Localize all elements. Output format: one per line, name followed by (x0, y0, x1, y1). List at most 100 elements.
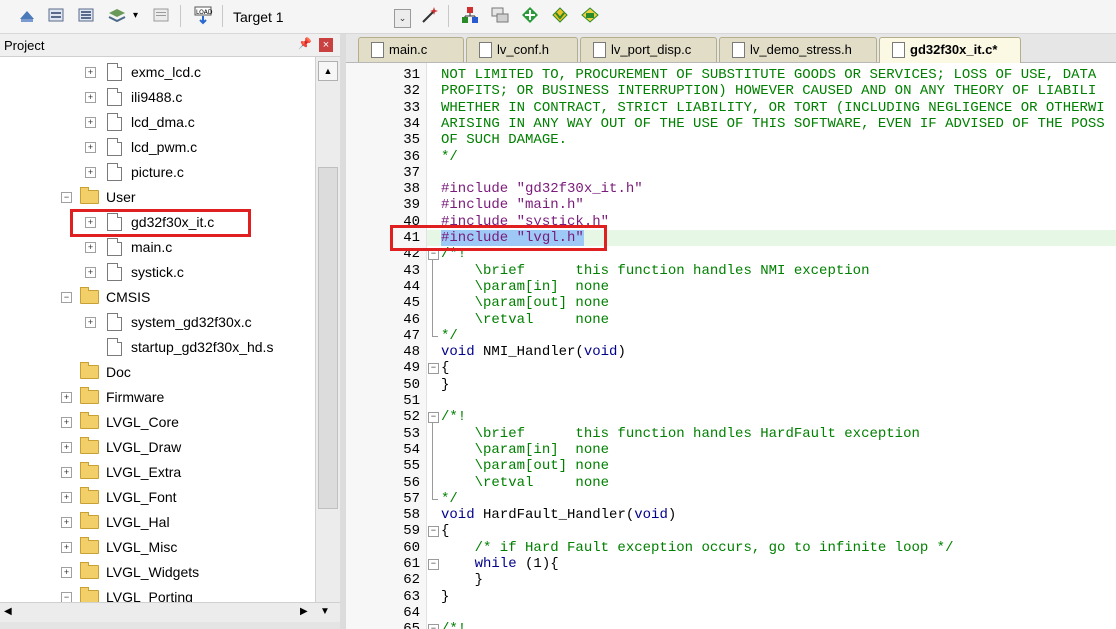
tree-item[interactable]: + exmc_lcd.c (0, 60, 315, 85)
run-env-icon[interactable] (550, 5, 570, 25)
expand-icon[interactable]: + (85, 242, 96, 253)
tree-item[interactable]: − User (0, 185, 315, 210)
tree-item[interactable]: Doc (0, 360, 315, 385)
code-line[interactable]: 50} (346, 377, 1116, 393)
expand-icon[interactable]: + (61, 467, 72, 478)
target-select[interactable]: Target 1 (233, 9, 284, 25)
expand-icon[interactable]: + (61, 492, 72, 503)
code-line[interactable]: 31 NOT LIMITED TO, PROCUREMENT OF SUBSTIT… (346, 67, 1116, 83)
code-line[interactable]: 63} (346, 589, 1116, 605)
tree-item[interactable]: + system_gd32f30x.c (0, 310, 315, 335)
tree-item[interactable]: + Firmware (0, 385, 315, 410)
tree-item[interactable]: + LVGL_Draw (0, 435, 315, 460)
scroll-down-icon[interactable]: ▼ (320, 606, 330, 617)
code-line[interactable]: 47 */ (346, 327, 1116, 344)
batch-build-icon[interactable] (107, 5, 127, 25)
code-line[interactable]: 36 */ (346, 149, 1116, 165)
expand-icon[interactable]: + (85, 117, 96, 128)
tree-item[interactable]: startup_gd32f30x_hd.s (0, 335, 315, 360)
expand-icon[interactable]: + (61, 567, 72, 578)
magic-wand-icon[interactable] (420, 5, 440, 25)
manage-components-icon[interactable] (490, 5, 510, 25)
scroll-left-icon[interactable]: ◀ (4, 606, 12, 617)
scroll-right-icon[interactable]: ▶ (300, 606, 308, 617)
code-line[interactable]: 46 \retval none (346, 312, 1116, 328)
code-line[interactable]: 55 \param[out] none (346, 458, 1116, 474)
target-options-icon[interactable] (460, 5, 480, 25)
tree-item[interactable]: + LVGL_Misc (0, 535, 315, 560)
expand-icon[interactable]: + (85, 267, 96, 278)
pin-icon[interactable]: 📌 (298, 37, 312, 50)
code-line[interactable]: 61− while (1){ (346, 556, 1116, 572)
fold-collapse-icon[interactable]: − (428, 624, 439, 629)
fold-collapse-icon[interactable]: − (428, 526, 439, 538)
tree-item[interactable]: + systick.c (0, 260, 315, 285)
code-line[interactable]: 45 \param[out] none (346, 295, 1116, 311)
collapse-icon[interactable]: − (61, 192, 72, 203)
code-line[interactable]: 51 (346, 393, 1116, 409)
code-line[interactable]: 52−/*! (346, 409, 1116, 425)
expand-icon[interactable]: + (61, 442, 72, 453)
tree-item[interactable]: + picture.c (0, 160, 315, 185)
code-line[interactable]: 59−{ (346, 523, 1116, 539)
tab-lv-demo-stress-h[interactable]: lv_demo_stress.h (719, 37, 877, 62)
tree-item[interactable]: + LVGL_Core (0, 410, 315, 435)
rebuild-icon[interactable] (76, 5, 96, 25)
fold-collapse-icon[interactable]: − (428, 559, 439, 570)
load-icon[interactable]: LOAD (193, 5, 213, 25)
tree-item[interactable]: + lcd_dma.c (0, 110, 315, 135)
code-line[interactable]: 58 void HardFault_Handler(void) (346, 507, 1116, 523)
code-line[interactable]: 33 WHETHER IN CONTRACT, STRICT LIABILITY,… (346, 100, 1116, 116)
target-dropdown-icon[interactable]: ⌄ (394, 9, 411, 28)
expand-icon[interactable]: + (85, 92, 96, 103)
code-line[interactable]: 44 \param[in] none (346, 279, 1116, 295)
code-line[interactable]: 57 */ (346, 490, 1116, 507)
tree-item[interactable]: + LVGL_Font (0, 485, 315, 510)
collapse-icon[interactable]: − (61, 292, 72, 303)
tab-main-c[interactable]: main.c (358, 37, 464, 62)
tree-item[interactable]: + main.c (0, 235, 315, 260)
download-icon[interactable] (151, 5, 171, 25)
code-line[interactable]: 48 void NMI_Handler(void) (346, 344, 1116, 360)
expand-icon[interactable]: + (85, 317, 96, 328)
code-line[interactable]: 38 #include "gd32f30x_it.h" (346, 181, 1116, 197)
close-icon[interactable]: × (319, 38, 333, 52)
tab-lv-port-disp-c[interactable]: lv_port_disp.c (580, 37, 717, 62)
expand-icon[interactable]: + (85, 67, 96, 78)
expand-icon[interactable]: + (61, 417, 72, 428)
fold-collapse-icon[interactable]: − (428, 412, 439, 424)
expand-icon[interactable]: + (61, 542, 72, 553)
project-vertical-scrollbar[interactable]: ▲ (315, 57, 340, 602)
code-line[interactable]: 56 \retval none (346, 475, 1116, 491)
code-editor[interactable]: 31 NOT LIMITED TO, PROCUREMENT OF SUBSTIT… (346, 63, 1116, 629)
code-line[interactable]: 43 \brief this function handles NMI exce… (346, 263, 1116, 279)
batch-build-dropdown-icon[interactable]: ▾ (133, 10, 138, 21)
expand-icon[interactable]: + (85, 167, 96, 178)
tree-item[interactable]: + lcd_pwm.c (0, 135, 315, 160)
expand-icon[interactable]: + (85, 142, 96, 153)
code-line[interactable]: 54 \param[in] none (346, 442, 1116, 458)
collapse-icon[interactable]: − (61, 592, 72, 602)
tree-item[interactable]: + LVGL_Extra (0, 460, 315, 485)
code-line[interactable]: 64 (346, 605, 1116, 621)
code-line[interactable]: 32 PROFITS; OR BUSINESS INTERRUPTION) HOW… (346, 83, 1116, 99)
tab-lv-conf-h[interactable]: lv_conf.h (466, 37, 578, 62)
expand-icon[interactable]: + (61, 392, 72, 403)
code-line[interactable]: 37 (346, 165, 1116, 181)
translate-icon[interactable] (17, 5, 37, 25)
tab-gd32f30x-it-c-[interactable]: gd32f30x_it.c* (879, 37, 1021, 64)
code-line[interactable]: 53 \brief this function handles HardFaul… (346, 426, 1116, 442)
project-horizontal-scrollbar[interactable]: ◀ ▶ ▼ (0, 602, 340, 623)
select-packs-icon[interactable] (520, 5, 540, 25)
code-line[interactable]: 39 #include "main.h" (346, 197, 1116, 213)
code-line[interactable]: 65 −/*! (346, 621, 1116, 629)
code-line[interactable]: 60 /* if Hard Fault exception occurs, go… (346, 540, 1116, 556)
scroll-up-icon[interactable]: ▲ (318, 61, 338, 81)
tree-item[interactable]: + LVGL_Hal (0, 510, 315, 535)
code-line[interactable]: 34 ARISING IN ANY WAY OUT OF THE USE OF T… (346, 116, 1116, 132)
tree-item[interactable]: + ili9488.c (0, 85, 315, 110)
build-icon[interactable] (46, 5, 66, 25)
fold-collapse-icon[interactable]: − (428, 363, 439, 375)
code-line[interactable]: 49−{ (346, 360, 1116, 376)
code-line[interactable]: 35 OF SUCH DAMAGE. (346, 132, 1116, 148)
